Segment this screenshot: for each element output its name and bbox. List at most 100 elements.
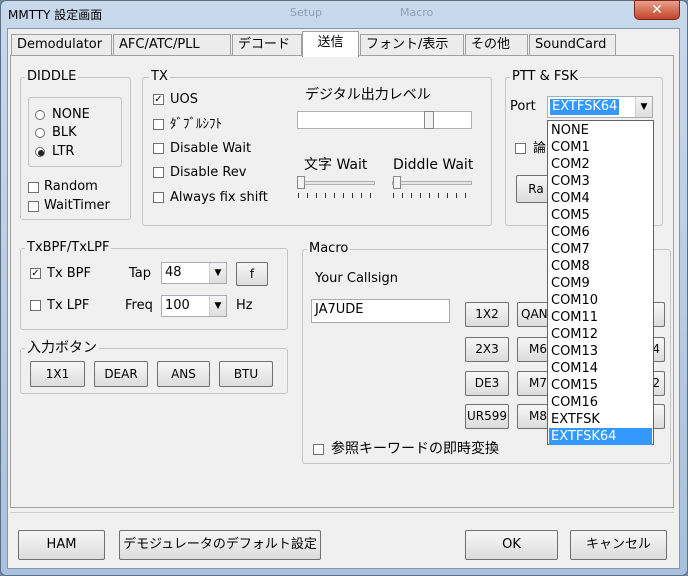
txbpf-group-title: TxBPF/TxLPF <box>25 240 112 255</box>
macro-button-2x3[interactable]: 2X3 <box>465 337 509 362</box>
diddle-wait-thumb[interactable] <box>393 176 401 189</box>
window-title: MMTTY 設定画面 <box>8 8 103 22</box>
port-option[interactable]: COM10 <box>549 292 652 309</box>
diddle-ltr-label: LTR <box>52 144 75 159</box>
tab-demodulator[interactable]: Demodulator <box>11 34 112 56</box>
port-option[interactable]: EXTFSK64 <box>549 428 652 445</box>
waittimer-label: WaitTimer <box>44 198 110 213</box>
tap-combo[interactable]: 48 ▼ <box>161 262 227 284</box>
footer-divider <box>10 512 674 513</box>
waittimer-checkbox[interactable] <box>28 201 39 212</box>
diddle-none-radio[interactable] <box>35 110 45 120</box>
uos-label: UOS <box>170 92 198 107</box>
ptt-option-checkbox[interactable] <box>515 143 526 154</box>
tab-soundcard[interactable]: SoundCard <box>529 34 616 56</box>
ok-button[interactable]: OK <box>465 530 558 560</box>
tab-font-display[interactable]: フォント/表示 <box>360 34 464 56</box>
close-button[interactable]: ✕ <box>634 0 680 20</box>
check-icon: ✓ <box>31 268 40 279</box>
ham-button[interactable]: HAM <box>18 530 105 560</box>
diddle-group-title: DIDDLE <box>25 69 79 84</box>
title-bar[interactable]: MMTTY 設定画面 Setup Macro <box>0 0 686 28</box>
dual-shift-label: ﾀﾞﾌﾞﾙｼﾌﾄ <box>170 117 222 132</box>
char-wait-thumb[interactable] <box>297 176 305 189</box>
close-icon: ✕ <box>651 2 663 18</box>
callsign-input[interactable]: JA7UDE <box>311 299 450 323</box>
uos-checkbox[interactable]: ✓ <box>153 94 164 105</box>
chevron-down-icon[interactable]: ▼ <box>635 97 652 117</box>
port-option[interactable]: COM13 <box>549 343 652 360</box>
output-level-slider[interactable] <box>297 111 472 129</box>
random-label: Random <box>44 179 98 194</box>
freq-combo[interactable]: 100 ▼ <box>161 295 227 317</box>
chevron-down-icon[interactable]: ▼ <box>209 296 226 316</box>
dual-shift-checkbox[interactable] <box>153 119 164 130</box>
macro-group-title: Macro <box>307 241 351 256</box>
tab-afc-atc-pll[interactable]: AFC/ATC/PLL <box>113 34 231 56</box>
hz-label: Hz <box>236 298 253 313</box>
freq-combo-value: 100 <box>165 298 190 313</box>
port-option[interactable]: COM7 <box>549 241 652 258</box>
port-option[interactable]: COM9 <box>549 275 652 292</box>
tab-other[interactable]: その他 <box>465 34 528 56</box>
cancel-button[interactable]: キャンセル <box>570 530 667 560</box>
background-window-title-left: Setup <box>290 6 323 19</box>
input-button-1x1[interactable]: 1X1 <box>30 361 85 387</box>
tab-decode[interactable]: デコード <box>232 34 302 56</box>
port-option[interactable]: COM15 <box>549 377 652 394</box>
char-wait-label: 文字 Wait <box>304 157 368 173</box>
macro-button-de3[interactable]: DE3 <box>465 371 509 396</box>
ptt-option-label: 論 <box>533 141 547 156</box>
tap-label: Tap <box>129 266 152 281</box>
port-option[interactable]: COM8 <box>549 258 652 275</box>
disable-wait-checkbox[interactable] <box>153 143 164 154</box>
port-option[interactable]: COM14 <box>549 360 652 377</box>
macro-button-1x2[interactable]: 1X2 <box>465 302 509 327</box>
freq-label: Freq <box>125 298 153 313</box>
txbpf-label: Tx BPF <box>47 266 92 281</box>
port-combo-value: EXTFSK64 <box>550 99 620 115</box>
output-level-thumb[interactable] <box>424 111 434 129</box>
check-icon: ✓ <box>154 94 163 105</box>
port-option[interactable]: EXTFSK <box>549 411 652 428</box>
port-option[interactable]: COM2 <box>549 156 652 173</box>
chevron-down-icon[interactable]: ▼ <box>209 263 226 283</box>
diddle-ltr-radio[interactable] <box>35 147 45 157</box>
port-option[interactable]: COM4 <box>549 190 652 207</box>
port-option[interactable]: NONE <box>549 122 652 139</box>
instant-convert-checkbox[interactable] <box>313 444 324 455</box>
disable-rev-checkbox[interactable] <box>153 167 164 178</box>
diddle-wait-slider[interactable] <box>392 181 472 185</box>
port-option[interactable]: COM3 <box>549 173 652 190</box>
char-wait-slider[interactable] <box>297 181 375 185</box>
port-option[interactable]: COM6 <box>549 224 652 241</box>
diddle-wait-label: Diddle Wait <box>393 157 474 173</box>
port-option[interactable]: COM16 <box>549 394 652 411</box>
callsign-label: Your Callsign <box>315 271 399 286</box>
port-combo[interactable]: EXTFSK64 ▼ <box>547 96 653 118</box>
port-dropdown-list[interactable]: NONE COM1 COM2 COM3 COM4 COM5 COM6 COM7 COM8 COM9… <box>547 120 654 445</box>
port-label: Port <box>510 99 536 114</box>
f-button[interactable]: f <box>236 262 268 286</box>
diddle-blk-label: BLK <box>52 125 77 140</box>
port-option[interactable]: COM5 <box>549 207 652 224</box>
instant-convert-label: 参照キーワードの即時変換 <box>331 441 499 457</box>
txlpf-checkbox[interactable] <box>30 300 41 311</box>
port-option[interactable]: COM11 <box>549 309 652 326</box>
input-button-dear[interactable]: DEAR <box>94 361 148 387</box>
input-button-btu[interactable]: BTU <box>219 361 273 387</box>
default-demodulator-button[interactable]: デモジュレータのデフォルト設定 <box>119 530 321 560</box>
port-option[interactable]: COM1 <box>549 139 652 156</box>
random-checkbox[interactable] <box>28 182 39 193</box>
input-button-ans[interactable]: ANS <box>157 361 210 387</box>
txbpf-checkbox[interactable]: ✓ <box>30 268 41 279</box>
tab-transmit[interactable]: 送信 <box>302 31 359 57</box>
disable-rev-label: Disable Rev <box>170 165 247 180</box>
macro-button-ur599[interactable]: UR599 <box>465 404 509 429</box>
always-fix-shift-checkbox[interactable] <box>153 192 164 203</box>
diddle-blk-radio[interactable] <box>35 128 45 138</box>
port-option[interactable]: COM12 <box>549 326 652 343</box>
diddle-wait-ticks <box>393 193 473 198</box>
txlpf-label: Tx LPF <box>47 298 90 313</box>
background-window-title-right: Macro <box>400 6 434 19</box>
